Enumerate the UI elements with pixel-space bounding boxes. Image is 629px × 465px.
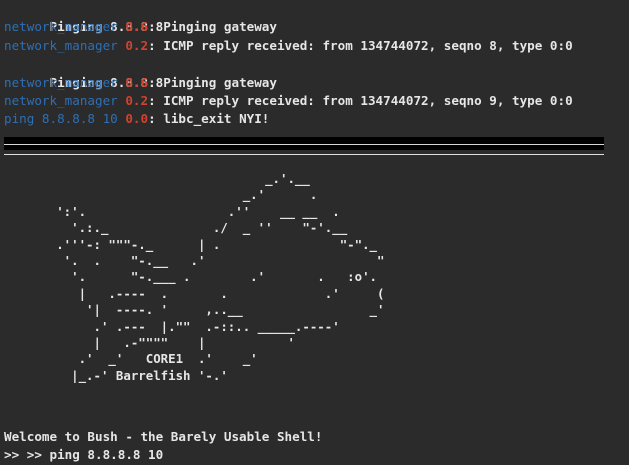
welcome-message: Welcome to Bush - the Barely Usable Shel… xyxy=(4,429,323,444)
log-message: : Pinging gateway xyxy=(148,19,277,35)
log-line: Pinging 8.8.8.8 xyxy=(4,55,629,90)
log-prefix: ping 8.8.8.8 10 xyxy=(4,111,118,127)
log-message: : ICMP reply received: from 134744072, s… xyxy=(148,92,573,108)
terminal-window[interactable]: Pinging 8.8.8.8 network_manager 0.6: Pin… xyxy=(0,0,629,465)
log-prefix: network_manager xyxy=(4,19,118,35)
log-line: network_manager 0.6: Pinging gateway xyxy=(4,18,629,36)
log-line: network_manager 0.6: Pinging gateway xyxy=(4,74,629,92)
log-prefix: network_manager xyxy=(4,92,118,108)
divider-line xyxy=(4,154,604,155)
divider-bar xyxy=(4,137,604,150)
log-line: ping 8.8.8.8 10 0.0: libc_exit NYI! xyxy=(4,110,629,128)
barrelfish-ascii-art: _.'.__ _.' . ':'. .'' __ __ . '.:._ ./ _… xyxy=(56,171,385,383)
log-line: network_manager 0.2: ICMP reply received… xyxy=(4,37,629,55)
log-line: network_manager 0.2: ICMP reply received… xyxy=(4,92,629,110)
shell-footer: Welcome to Bush - the Barely Usable Shel… xyxy=(4,428,629,464)
log-level: 0.6 xyxy=(125,19,149,35)
terminal-log: Pinging 8.8.8.8 network_manager 0.6: Pin… xyxy=(4,0,629,129)
log-level: 0.6 xyxy=(125,74,149,90)
log-prefix: network_manager xyxy=(4,74,118,90)
log-level: 0.0 xyxy=(125,111,149,127)
log-prefix: network_manager xyxy=(4,37,118,53)
log-message: : ICMP reply received: from 134744072, s… xyxy=(148,37,573,53)
log-level: 0.2 xyxy=(125,92,149,108)
log-level: 0.2 xyxy=(125,37,149,53)
log-line: Pinging 8.8.8.8 xyxy=(4,0,629,34)
log-message: : libc_exit NYI! xyxy=(148,111,270,127)
command-prompt[interactable]: >> >> ping 8.8.8.8 10 xyxy=(4,446,629,464)
log-message: : Pinging gateway xyxy=(148,74,277,90)
